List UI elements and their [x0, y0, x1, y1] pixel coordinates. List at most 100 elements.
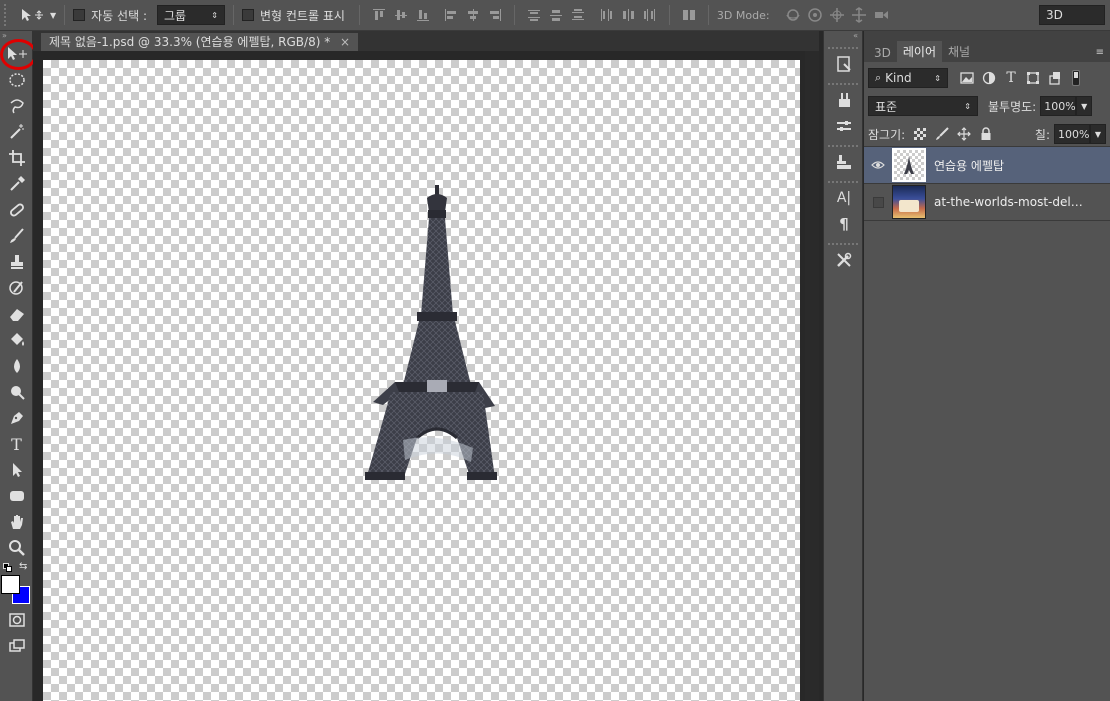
visibility-toggle[interactable]	[864, 196, 892, 208]
tab-layers[interactable]: 레이어	[896, 41, 942, 62]
options-grip[interactable]	[4, 4, 10, 26]
3d-drag-icon[interactable]	[828, 6, 846, 24]
auto-select-checkbox[interactable]	[73, 9, 86, 21]
workspace-switcher[interactable]: 3D	[1039, 5, 1105, 25]
lock-pixels-icon[interactable]	[933, 125, 951, 143]
dodge-tool[interactable]	[0, 379, 33, 405]
character-panel-button[interactable]: A|	[824, 185, 864, 211]
shape-filter-icon[interactable]	[1024, 69, 1042, 87]
clone-source-button[interactable]	[824, 149, 864, 175]
brush-tool[interactable]	[0, 223, 33, 249]
layer-row[interactable]: 연습용 에펠탑	[864, 147, 1110, 184]
default-colors-icon[interactable]	[3, 563, 12, 572]
zoom-tool[interactable]	[0, 535, 33, 561]
visibility-toggle[interactable]	[864, 160, 892, 170]
transform-controls-checkbox[interactable]	[242, 9, 254, 21]
smart-object-filter-icon[interactable]	[1046, 69, 1064, 87]
align-bottom-icon[interactable]	[414, 6, 432, 24]
canvas-area	[33, 51, 819, 701]
filter-toggle[interactable]	[1072, 70, 1080, 86]
magic-wand-tool[interactable]	[0, 119, 33, 145]
tools-panel: » T ⇆	[0, 31, 37, 701]
swap-colors-icon[interactable]: ⇆	[19, 561, 27, 572]
tool-presets-button[interactable]	[824, 87, 864, 113]
brush-panel-button[interactable]	[824, 113, 864, 139]
eraser-icon	[9, 309, 24, 321]
auto-align-icon[interactable]	[680, 6, 698, 24]
3d-roll-icon[interactable]	[806, 6, 824, 24]
move-tool[interactable]	[0, 39, 37, 70]
screen-mode-button[interactable]	[0, 633, 33, 659]
lasso-tool[interactable]	[0, 93, 33, 119]
blend-mode-dropdown[interactable]: 표준 ⇕	[868, 96, 978, 116]
document-canvas[interactable]	[43, 60, 800, 701]
options-bar: ▼ 자동 선택 : 그룹 ⇕ 변형 컨트롤 표시 3D Mode: 3D	[0, 0, 1110, 31]
distribute-vcenter-icon[interactable]	[547, 6, 565, 24]
auto-select-label: 자동 선택 :	[91, 8, 147, 23]
layer-name[interactable]: at-the-worlds-most-delicio...	[934, 195, 1084, 209]
filter-kind-dropdown[interactable]: ⌕ Kind ⇕	[868, 68, 948, 88]
type-tool[interactable]: T	[0, 431, 33, 457]
align-right-icon[interactable]	[486, 6, 504, 24]
3d-slide-icon[interactable]	[850, 6, 868, 24]
clone-source-icon	[837, 155, 851, 169]
eyedropper-tool[interactable]	[0, 171, 33, 197]
character-icon: A|	[836, 190, 852, 206]
3d-scale-icon[interactable]	[872, 6, 890, 24]
healing-brush-tool[interactable]	[0, 197, 33, 223]
fill-input[interactable]: 100%	[1054, 124, 1090, 144]
tab-3d[interactable]: 3D	[868, 44, 897, 62]
tools-panel-button[interactable]	[824, 247, 864, 273]
collapse-dock-icon[interactable]: «	[824, 31, 862, 41]
crop-tool[interactable]	[0, 145, 33, 171]
distribute-right-icon[interactable]	[641, 6, 659, 24]
pen-tool[interactable]	[0, 405, 33, 431]
document-tab[interactable]: 제목 없음-1.psd @ 33.3% (연습용 에펠탑, RGB/8) * ×	[41, 33, 359, 51]
panel-menu-icon[interactable]: ≡	[1096, 47, 1104, 58]
type-filter-icon[interactable]: T	[1002, 69, 1020, 87]
distribute-top-icon[interactable]	[525, 6, 543, 24]
hand-icon	[10, 515, 23, 529]
history-panel-button[interactable]	[824, 51, 864, 77]
3d-orbit-icon[interactable]	[784, 6, 802, 24]
tool-preset-picker[interactable]: ▼	[20, 7, 56, 23]
align-hcenter-icon[interactable]	[464, 6, 482, 24]
divider	[233, 5, 234, 25]
paint-bucket-tool[interactable]	[0, 327, 33, 353]
align-left-icon[interactable]	[442, 6, 460, 24]
layer-row[interactable]: at-the-worlds-most-delicio...	[864, 184, 1110, 221]
lock-transparency-icon[interactable]	[911, 125, 929, 143]
align-top-icon[interactable]	[370, 6, 388, 24]
eiffel-tower-image	[365, 185, 497, 480]
clone-stamp-tool[interactable]	[0, 249, 33, 275]
vertical-scrollbar[interactable]	[805, 51, 819, 701]
shape-tool[interactable]	[0, 483, 33, 509]
ellipse-marquee-icon	[8, 73, 25, 87]
distribute-left-icon[interactable]	[597, 6, 615, 24]
distribute-hcenter-icon[interactable]	[619, 6, 637, 24]
lock-all-icon[interactable]	[977, 125, 995, 143]
image-filter-icon[interactable]	[958, 69, 976, 87]
layer-name[interactable]: 연습용 에펠탑	[934, 157, 1084, 174]
foreground-color-swatch[interactable]	[1, 575, 20, 594]
history-brush-tool[interactable]	[0, 275, 33, 301]
adjustment-filter-icon[interactable]	[980, 69, 998, 87]
eye-icon	[871, 161, 885, 169]
opacity-input[interactable]: 100%	[1040, 96, 1077, 116]
tab-channels[interactable]: 채널	[942, 41, 976, 62]
marquee-tool[interactable]	[0, 67, 33, 93]
lock-position-icon[interactable]	[955, 125, 973, 143]
align-vcenter-icon[interactable]	[392, 6, 410, 24]
blur-tool[interactable]	[0, 353, 33, 379]
paragraph-panel-button[interactable]: ¶	[824, 211, 864, 237]
path-selection-tool[interactable]	[0, 457, 33, 483]
eraser-tool[interactable]	[0, 301, 33, 327]
close-icon[interactable]: ×	[340, 35, 350, 49]
distribute-bottom-icon[interactable]	[569, 6, 587, 24]
auto-select-dropdown[interactable]: 그룹 ⇕	[157, 5, 225, 25]
fill-slider-button[interactable]: ▼	[1090, 124, 1106, 144]
eyedropper-icon	[9, 176, 25, 191]
quick-mask-button[interactable]	[0, 607, 33, 633]
hand-tool[interactable]	[0, 509, 33, 535]
opacity-slider-button[interactable]: ▼	[1076, 96, 1093, 116]
